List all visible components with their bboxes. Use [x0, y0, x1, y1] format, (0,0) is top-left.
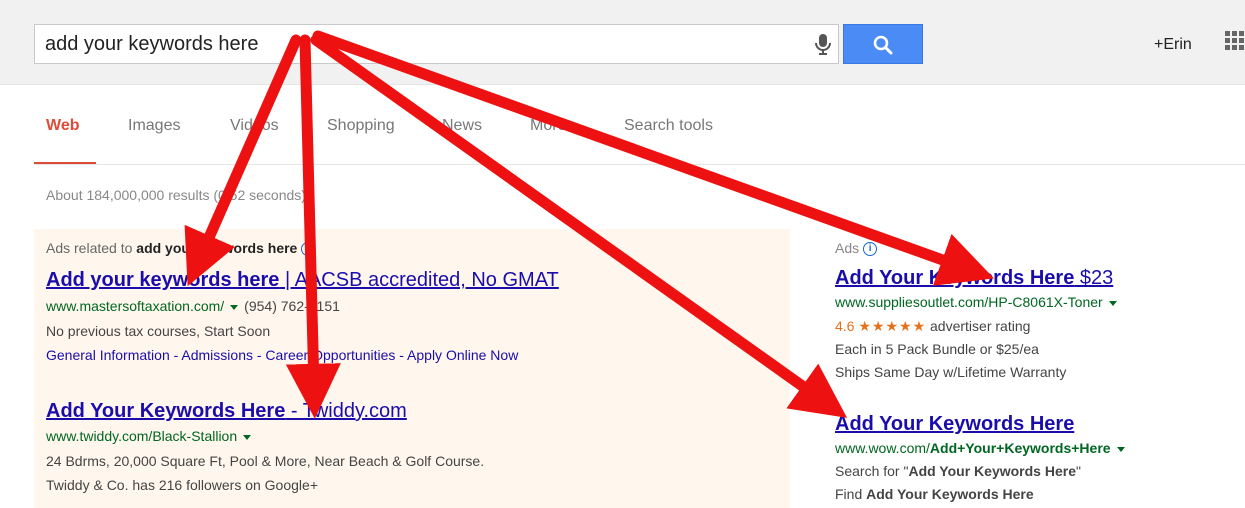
side-ad-rating-1: 4.6 ★★★★★ advertiser rating [835, 318, 1031, 334]
ad-url-2: www.twiddy.com/Black-Stallion [46, 428, 257, 444]
side-ad-url-2: www.wow.com/Add+Your+Keywords+Here [835, 440, 1131, 456]
chevron-down-icon[interactable] [1108, 300, 1117, 306]
tab-videos[interactable]: Videos [230, 117, 279, 135]
tab-web[interactable]: Web [46, 117, 79, 135]
ad-desc-2b: Twiddy & Co. has 216 followers on Google… [46, 477, 318, 493]
side-ad-url-1: www.suppliesoutlet.com/HP-C8061X-Toner [835, 294, 1123, 310]
side-ad-title-2[interactable]: Add Your Keywords Here [835, 413, 1074, 436]
search-icon [873, 35, 893, 55]
search-input[interactable] [35, 25, 805, 63]
info-icon[interactable]: i [863, 242, 878, 257]
ad-desc-1: No previous tax courses, Start Soon [46, 323, 271, 339]
chevron-down-icon[interactable] [230, 304, 239, 310]
ad-title-2[interactable]: Add Your Keywords Here - Twiddy.com [46, 400, 407, 423]
side-ad-desc-2b: Find Add Your Keywords Here [835, 486, 1034, 502]
search-tabs: Web Images Videos Shopping News More Sea… [0, 84, 1245, 166]
side-ad-desc-2: Search for "Add Your Keywords Here" [835, 463, 1081, 479]
ad-sitelinks-1[interactable]: General Information - Admissions - Caree… [46, 347, 518, 363]
ads-header: Ads related to add your keywords here i [46, 240, 316, 257]
side-ad-title-1[interactable]: Add Your Keywords Here $23 [835, 267, 1113, 290]
chevron-down-icon[interactable] [1116, 446, 1125, 452]
side-ad-desc-1b: Ships Same Day w/Lifetime Warranty [835, 364, 1067, 380]
search-button[interactable] [843, 24, 923, 64]
info-icon[interactable]: i [301, 242, 316, 257]
tab-news[interactable]: News [442, 117, 482, 135]
tab-shopping[interactable]: Shopping [327, 117, 395, 135]
side-ads-header: Ads i [835, 240, 878, 257]
ad-url-1: www.mastersoftaxation.com/(954) 762-5151 [46, 298, 340, 314]
search-box[interactable] [34, 24, 839, 64]
chevron-down-icon[interactable] [243, 434, 252, 440]
ad-title-1[interactable]: Add your keywords here | AACSB accredite… [46, 269, 559, 292]
result-stats: About 184,000,000 results (0.52 seconds) [46, 187, 306, 203]
apps-grid-icon[interactable] [1225, 31, 1245, 51]
top-bar: +Erin [0, 0, 1245, 85]
tabs-divider [34, 164, 1245, 165]
star-rating-icon: ★★★★★ [858, 318, 927, 334]
user-link[interactable]: +Erin [1154, 36, 1192, 54]
tab-search-tools[interactable]: Search tools [624, 117, 713, 135]
tab-more[interactable]: More [530, 117, 566, 135]
tab-images[interactable]: Images [128, 117, 180, 135]
ad-desc-2: 24 Bdrms, 20,000 Square Ft, Pool & More,… [46, 453, 485, 469]
top-ads-block: Ads related to add your keywords here i A… [34, 229, 790, 508]
side-ad-desc-1: Each in 5 Pack Bundle or $25/ea [835, 341, 1039, 357]
microphone-icon[interactable] [810, 31, 836, 57]
